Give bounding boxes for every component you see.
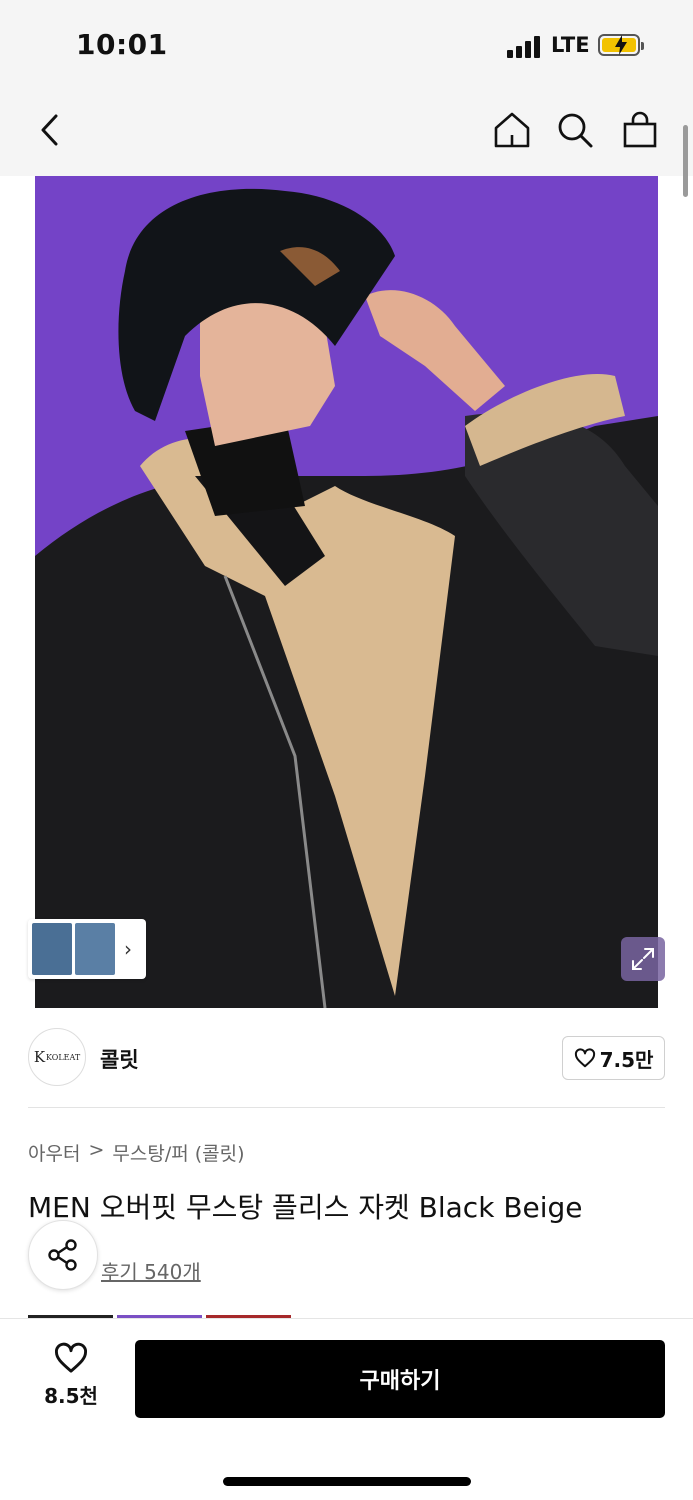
status-time: 10:01 (76, 28, 168, 61)
cart-button[interactable] (618, 106, 662, 154)
breadcrumb-category[interactable]: 아우터 (28, 1139, 80, 1166)
brand-name[interactable]: 콜릿 (100, 1044, 139, 1074)
expand-icon (632, 948, 654, 970)
thumbnail-strip[interactable]: › (28, 919, 146, 979)
heart-icon (54, 1342, 88, 1373)
search-button[interactable] (553, 106, 597, 154)
home-button[interactable] (490, 106, 534, 154)
thumbnail-image[interactable] (32, 923, 72, 975)
heart-icon (574, 1048, 595, 1068)
back-button[interactable] (28, 106, 72, 154)
network-label: LTE (551, 33, 590, 57)
buy-button[interactable]: 구매하기 (135, 1340, 665, 1418)
home-icon (494, 112, 530, 148)
review-link[interactable]: 후기 540개 (101, 1256, 201, 1285)
home-indicator (223, 1477, 471, 1486)
brand-logo[interactable]: K KOLEAT (28, 1028, 86, 1086)
wish-button[interactable]: 8.5천 (40, 1342, 102, 1412)
chevron-right-icon[interactable]: › (124, 937, 132, 961)
brand-row: K KOLEAT 콜릿 7.5만 (0, 1008, 693, 1108)
share-icon (48, 1239, 77, 1271)
top-nav (0, 90, 693, 176)
signal-icon (507, 36, 543, 58)
share-button[interactable] (28, 1220, 98, 1290)
thumbnail-image[interactable] (75, 923, 115, 975)
breadcrumb: 아우터 > 무스탕/퍼 (콜릿) (28, 1139, 245, 1166)
breadcrumb-subcategory[interactable]: 무스탕/퍼 (콜릿) (112, 1139, 244, 1166)
search-icon (558, 113, 593, 148)
wish-count: 8.5천 (44, 1384, 98, 1408)
brand-like-count: 7.5만 (599, 1047, 654, 1072)
product-photo (35, 176, 658, 1008)
battery-icon (598, 34, 644, 56)
chevron-left-icon (41, 114, 58, 146)
expand-button[interactable] (621, 937, 665, 981)
product-title: MEN 오버핏 무스탕 플리스 자켓 Black Beige (28, 1191, 583, 1224)
divider (28, 1107, 665, 1108)
status-bar: 10:01 LTE (0, 0, 693, 90)
product-image[interactable] (35, 176, 658, 1008)
scrollbar[interactable] (683, 125, 688, 197)
brand-like-button[interactable]: 7.5만 (562, 1036, 665, 1080)
shopping-bag-icon (623, 111, 657, 148)
breadcrumb-separator: > (88, 1139, 105, 1161)
